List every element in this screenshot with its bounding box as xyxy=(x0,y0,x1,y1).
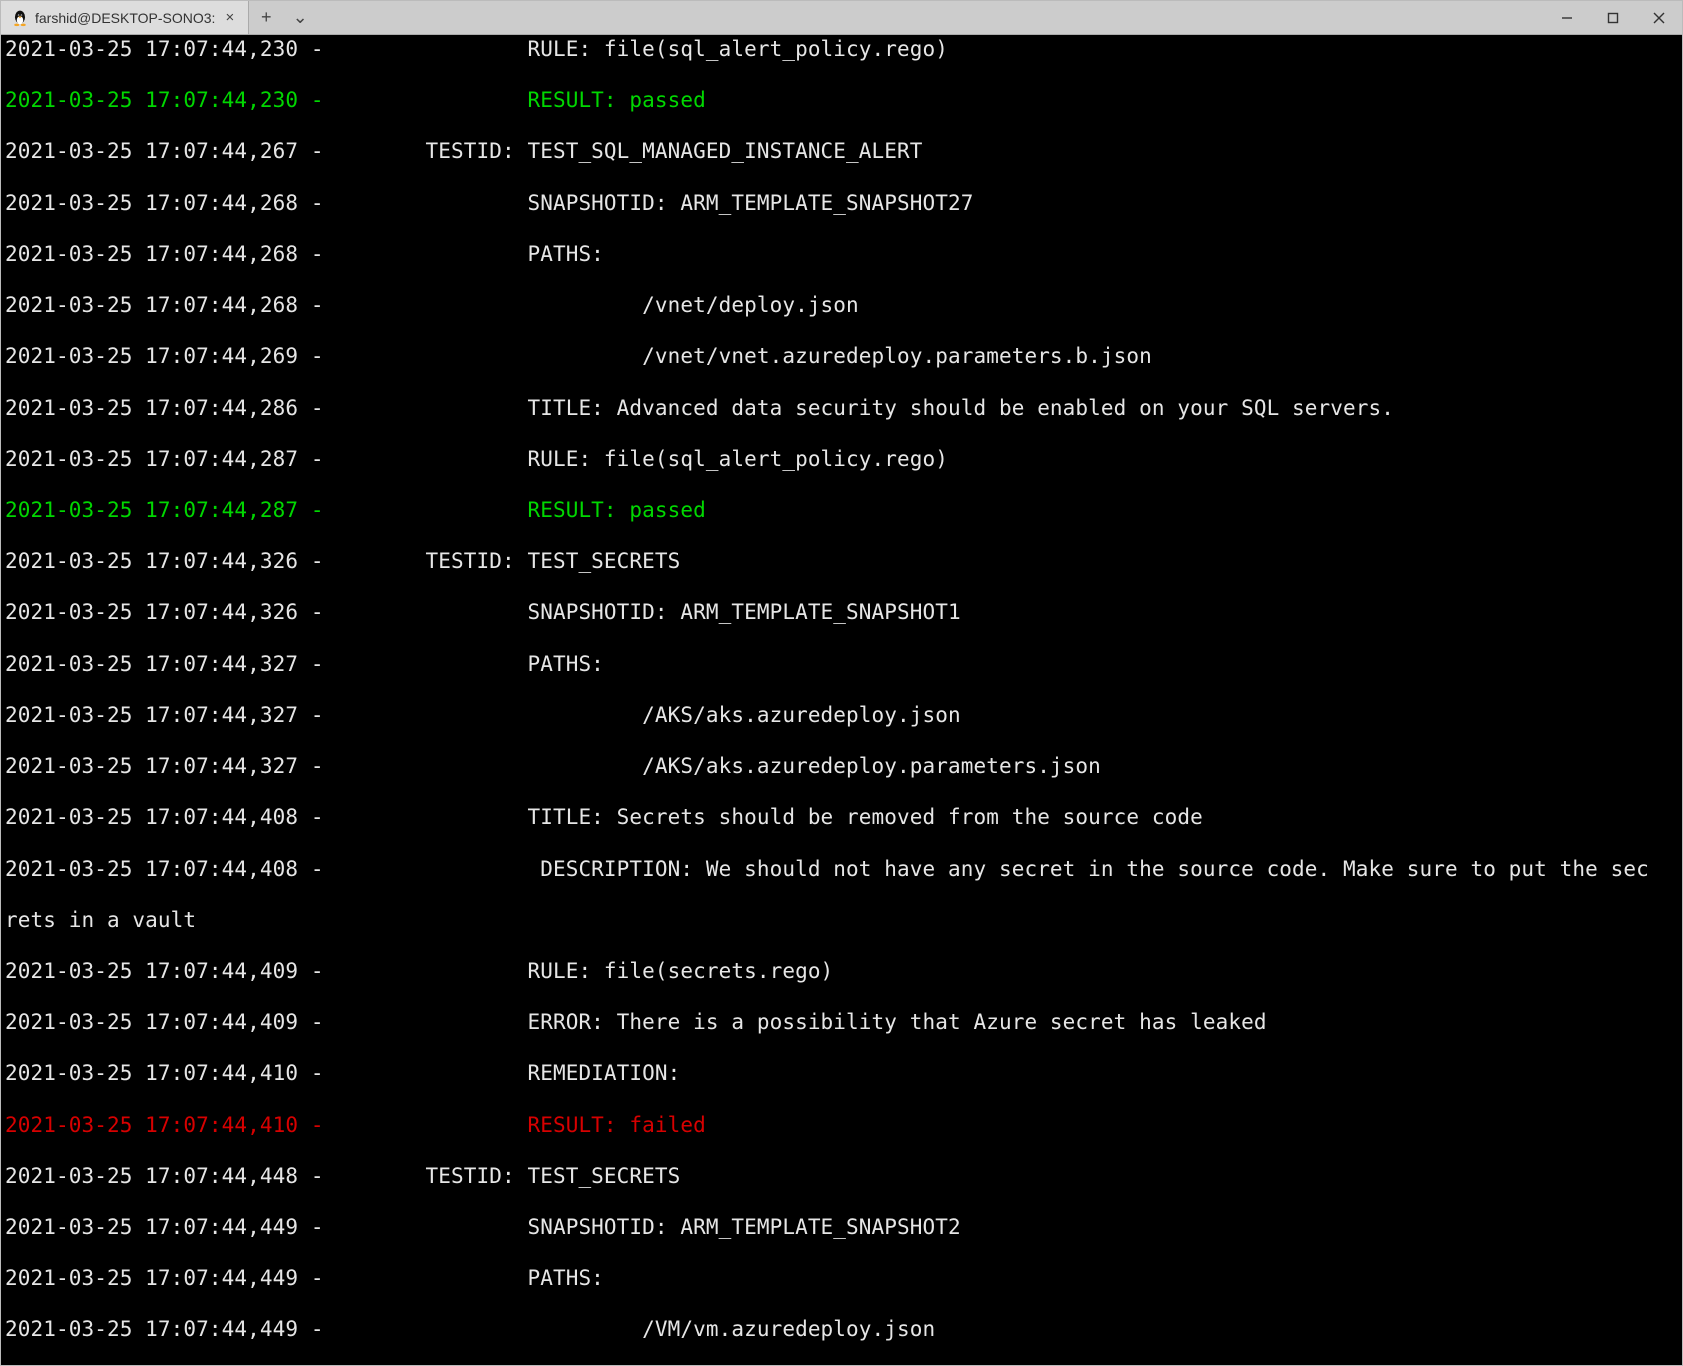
log-line: 2021-03-25 17:07:44,326 - TESTID: TEST_S… xyxy=(5,549,1678,575)
log-line: 2021-03-25 17:07:44,410 - RESULT: failed xyxy=(5,1113,1678,1139)
tab-label: farshid@DESKTOP-SONO3: xyxy=(35,10,215,26)
window-controls xyxy=(1544,1,1682,34)
maximize-icon xyxy=(1607,12,1619,24)
log-line: 2021-03-25 17:07:44,268 - /vnet/deploy.j… xyxy=(5,293,1678,319)
log-line: 2021-03-25 17:07:44,327 - /AKS/aks.azure… xyxy=(5,754,1678,780)
tab-wsl[interactable]: farshid@DESKTOP-SONO3: × xyxy=(1,1,249,34)
log-line: 2021-03-25 17:07:44,409 - ERROR: There i… xyxy=(5,1010,1678,1036)
terminal-output[interactable]: 2021-03-25 17:07:44,230 - RULE: file(sql… xyxy=(1,35,1682,1365)
log-line: 2021-03-25 17:07:44,286 - TITLE: Advance… xyxy=(5,396,1678,422)
log-line: 2021-03-25 17:07:44,408 - TITLE: Secrets… xyxy=(5,805,1678,831)
log-line: 2021-03-25 17:07:44,268 - PATHS: xyxy=(5,242,1678,268)
log-line: 2021-03-25 17:07:44,449 - PATHS: xyxy=(5,1266,1678,1292)
log-line: 2021-03-25 17:07:44,408 - DESCRIPTION: W… xyxy=(5,857,1678,883)
new-tab-button[interactable]: + xyxy=(249,1,283,34)
log-line: 2021-03-25 17:07:44,449 - SNAPSHOTID: AR… xyxy=(5,1215,1678,1241)
log-line: 2021-03-25 17:07:44,267 - TESTID: TEST_S… xyxy=(5,139,1678,165)
log-line: 2021-03-25 17:07:44,287 - RESULT: passed xyxy=(5,498,1678,524)
log-line: 2021-03-25 17:07:44,449 - /VM/vm.azurede… xyxy=(5,1317,1678,1343)
log-line: rets in a vault xyxy=(5,908,1678,934)
log-line: 2021-03-25 17:07:44,410 - REMEDIATION: xyxy=(5,1061,1678,1087)
titlebar-spacer xyxy=(317,1,1544,34)
close-icon xyxy=(1653,12,1665,24)
log-line: 2021-03-25 17:07:44,268 - SNAPSHOTID: AR… xyxy=(5,191,1678,217)
minimize-icon xyxy=(1561,12,1573,24)
log-line: 2021-03-25 17:07:44,269 - /vnet/vnet.azu… xyxy=(5,344,1678,370)
log-line: 2021-03-25 17:07:44,230 - RULE: file(sql… xyxy=(5,37,1678,63)
titlebar: farshid@DESKTOP-SONO3: × + ⌄ xyxy=(1,1,1682,35)
close-window-button[interactable] xyxy=(1636,1,1682,34)
log-line: 2021-03-25 17:07:44,326 - SNAPSHOTID: AR… xyxy=(5,600,1678,626)
log-line: 2021-03-25 17:07:44,230 - RESULT: passed xyxy=(5,88,1678,114)
minimize-button[interactable] xyxy=(1544,1,1590,34)
tab-dropdown-button[interactable]: ⌄ xyxy=(283,1,317,34)
log-line: 2021-03-25 17:07:44,409 - RULE: file(sec… xyxy=(5,959,1678,985)
log-line: 2021-03-25 17:07:44,327 - PATHS: xyxy=(5,652,1678,678)
log-line: 2021-03-25 17:07:44,327 - /AKS/aks.azure… xyxy=(5,703,1678,729)
maximize-button[interactable] xyxy=(1590,1,1636,34)
log-line: 2021-03-25 17:07:44,448 - TESTID: TEST_S… xyxy=(5,1164,1678,1190)
terminal-window: farshid@DESKTOP-SONO3: × + ⌄ 2021-03-25 … xyxy=(0,0,1683,1366)
tux-icon xyxy=(11,9,29,27)
log-line: 2021-03-25 17:07:44,287 - RULE: file(sql… xyxy=(5,447,1678,473)
tab-close-button[interactable]: × xyxy=(221,9,238,26)
